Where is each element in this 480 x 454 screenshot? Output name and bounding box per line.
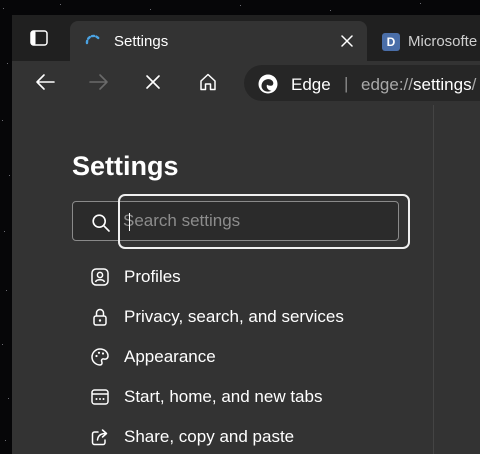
content-divider: [433, 105, 434, 454]
home-icon: [200, 73, 216, 91]
search-box[interactable]: [72, 201, 399, 241]
lock-icon: [90, 307, 110, 327]
url-host: settings: [413, 75, 472, 94]
share-icon: [90, 427, 110, 447]
favicon-letter: D: [386, 35, 396, 49]
nav-item-appearance[interactable]: Appearance: [88, 340, 388, 374]
url-scheme: edge://: [361, 75, 413, 94]
back-button[interactable]: [29, 66, 61, 98]
arrow-left-icon: [36, 74, 55, 90]
edge-logo-icon: [258, 74, 278, 94]
profile-icon: [90, 267, 110, 287]
tab-title: Settings: [114, 33, 169, 50]
browser-window: Settings D Microsofte Edge | edge://sett…: [12, 15, 480, 454]
url-path: /: [471, 75, 477, 94]
tab-title: Microsofte: [408, 33, 478, 50]
tab-actions-icon: [30, 30, 48, 46]
tab-favicon-icon: D: [382, 33, 400, 51]
home-button[interactable]: [192, 66, 224, 98]
search-input[interactable]: [118, 203, 390, 239]
nav-item-privacy[interactable]: Privacy, search, and services: [88, 300, 388, 334]
address-bar[interactable]: Edge | edge://settings/: [244, 65, 480, 101]
tab-strip: Settings D Microsofte: [12, 15, 480, 61]
tab-microsoft[interactable]: D Microsofte: [378, 21, 480, 61]
close-tab-button[interactable]: [336, 30, 358, 52]
nav-item-start-home-tabs[interactable]: Start, home, and new tabs: [88, 380, 388, 414]
nav-item-profiles[interactable]: Profiles: [88, 260, 388, 294]
close-icon: [341, 35, 353, 47]
loading-spinner-icon: [85, 34, 101, 45]
nav-item-label: Profiles: [124, 267, 181, 286]
nav-item-label: Start, home, and new tabs: [124, 387, 323, 406]
close-icon: [146, 75, 160, 89]
tab-settings[interactable]: Settings: [70, 21, 367, 61]
text-caret: [129, 213, 130, 231]
page-title: Settings: [72, 151, 179, 181]
stop-loading-button[interactable]: [137, 66, 169, 98]
home-tabs-icon: [90, 387, 110, 407]
nav-item-share[interactable]: Share, copy and paste: [88, 420, 388, 454]
toolbar: Edge | edge://settings/: [12, 61, 480, 105]
tab-actions-button[interactable]: [25, 25, 53, 51]
url-text[interactable]: edge://settings/: [361, 75, 476, 95]
nav-item-label: Share, copy and paste: [124, 427, 295, 446]
edge-label: Edge: [291, 75, 331, 94]
palette-icon: [90, 347, 110, 367]
nav-item-label: Privacy, search, and services: [124, 307, 344, 326]
address-separator: |: [344, 74, 349, 93]
forward-button[interactable]: [83, 66, 115, 98]
nav-item-label: Appearance: [124, 347, 216, 366]
search-icon: [92, 214, 110, 232]
arrow-right-icon: [89, 74, 108, 90]
